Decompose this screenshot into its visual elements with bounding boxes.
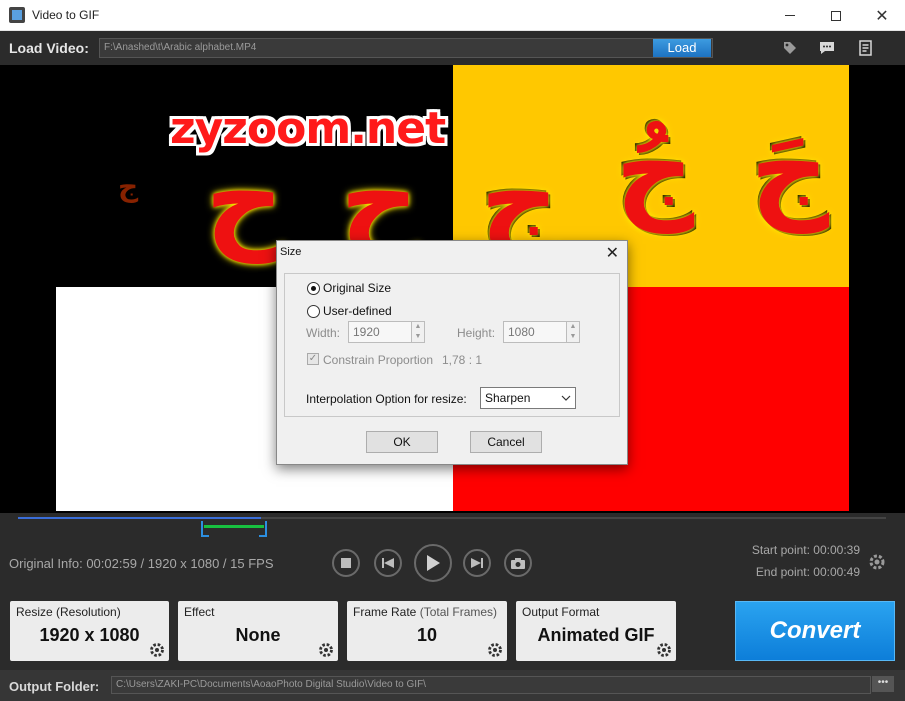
dialog-close-button[interactable]: ✕: [606, 243, 619, 263]
video-path-field[interactable]: F:\Anashed\t\Arabic alphabet.MP4: [99, 38, 713, 58]
watermark-text: zyzoom.net: [170, 103, 446, 154]
convert-button[interactable]: Convert: [735, 601, 895, 661]
chat-icon[interactable]: [819, 40, 835, 56]
gear-icon[interactable]: [656, 642, 672, 658]
gear-icon[interactable]: [487, 642, 503, 658]
range-end-handle[interactable]: [259, 521, 267, 537]
card-value: 1920 x 1080: [39, 625, 140, 645]
window-title: Video to GIF: [32, 8, 100, 22]
width-value: 1920: [353, 325, 380, 339]
dialog-title: Size: [280, 246, 302, 258]
skip-back-icon: [382, 558, 394, 568]
constrain-proportion-checkbox[interactable]: ✓: [307, 353, 319, 365]
skip-forward-icon: [471, 558, 483, 568]
load-video-label: Load Video:: [9, 40, 89, 56]
load-button[interactable]: Load: [653, 39, 711, 57]
selection-range[interactable]: [204, 525, 264, 528]
play-button[interactable]: [414, 544, 452, 582]
original-size-radio[interactable]: [307, 282, 320, 295]
resize-card[interactable]: Resize (Resolution) 1920 x 1080: [10, 601, 169, 661]
card-title: Frame Rate: [353, 605, 417, 619]
user-defined-radio[interactable]: [307, 305, 320, 318]
aspect-ratio: 1,78 : 1: [442, 353, 483, 367]
interpolation-select[interactable]: Sharpen: [480, 387, 576, 409]
interpolation-value: Sharpen: [485, 391, 531, 405]
minimize-button[interactable]: [767, 0, 813, 31]
card-value: Animated GIF: [537, 625, 655, 645]
size-dialog: Size ✕ Original Size User-defined Width:…: [276, 240, 628, 465]
load-video-bar: Load Video: F:\Anashed\t\Arabic alphabet…: [0, 31, 905, 65]
timeline-progress: [18, 517, 262, 519]
original-size-label: Original Size: [323, 281, 392, 295]
card-value: 10: [416, 625, 438, 645]
user-defined-label: User-defined: [323, 304, 392, 318]
previous-button[interactable]: [374, 549, 402, 577]
video-glyph: ح: [205, 135, 285, 263]
original-info: Original Info: 00:02:59 / 1920 x 1080 / …: [9, 556, 274, 571]
size-options-group: Original Size User-defined Width: 1920 ▲…: [284, 273, 620, 417]
card-title: Resize (Resolution): [16, 605, 121, 619]
card-title: Effect: [184, 605, 215, 619]
card-value: None: [235, 625, 281, 645]
interpolation-label: Interpolation Option for resize:: [306, 392, 467, 406]
camera-icon: [511, 557, 525, 569]
video-glyph: جَ: [750, 105, 830, 233]
list-icon[interactable]: [858, 40, 874, 56]
height-stepper[interactable]: ▲ ▼: [566, 321, 580, 343]
title-bar: Video to GIF ✕: [0, 0, 905, 31]
play-icon: [427, 555, 440, 571]
timeline-track[interactable]: [18, 517, 886, 519]
gear-icon[interactable]: [149, 642, 165, 658]
close-button[interactable]: ✕: [859, 0, 905, 31]
frame-rate-card[interactable]: Frame Rate (Total Frames) 10: [347, 601, 507, 661]
width-label: Width:: [306, 326, 341, 340]
height-label: Height:: [457, 326, 496, 340]
end-point: End point: 00:00:49: [755, 565, 860, 579]
output-folder-label: Output Folder:: [9, 679, 100, 694]
tag-icon[interactable]: [782, 40, 798, 56]
output-folder-field[interactable]: C:\Users\ZAKI-PC\Documents\AoaoPhoto Dig…: [111, 676, 871, 694]
start-point: Start point: 00:00:39: [751, 543, 860, 557]
card-title: Output Format: [522, 605, 600, 619]
width-input[interactable]: 1920 ▲ ▼: [348, 321, 425, 343]
video-glyph: جُ: [615, 105, 695, 233]
range-start-handle[interactable]: [201, 521, 209, 537]
height-input[interactable]: 1080 ▲ ▼: [503, 321, 580, 343]
video-glyph: ج: [118, 170, 139, 203]
effect-card[interactable]: Effect None: [178, 601, 338, 661]
snapshot-button[interactable]: [504, 549, 532, 577]
chevron-down-icon: [561, 395, 571, 401]
constrain-proportion-label: Constrain Proportion: [323, 353, 434, 367]
stop-button[interactable]: [332, 549, 360, 577]
stop-icon: [341, 558, 351, 568]
card-subtitle: (Total Frames): [419, 605, 498, 619]
cancel-button[interactable]: Cancel: [470, 431, 542, 453]
ok-button[interactable]: OK: [366, 431, 438, 453]
output-folder-bar: Output Folder: C:\Users\ZAKI-PC\Document…: [0, 670, 905, 701]
gear-icon[interactable]: [868, 553, 886, 571]
gear-icon[interactable]: [318, 642, 334, 658]
output-format-card[interactable]: Output Format Animated GIF: [516, 601, 676, 661]
next-button[interactable]: [463, 549, 491, 577]
app-icon: [9, 7, 25, 23]
browse-folder-button[interactable]: •••: [872, 676, 894, 692]
height-value: 1080: [508, 325, 535, 339]
width-stepper[interactable]: ▲ ▼: [411, 321, 425, 343]
maximize-button[interactable]: [813, 0, 859, 31]
